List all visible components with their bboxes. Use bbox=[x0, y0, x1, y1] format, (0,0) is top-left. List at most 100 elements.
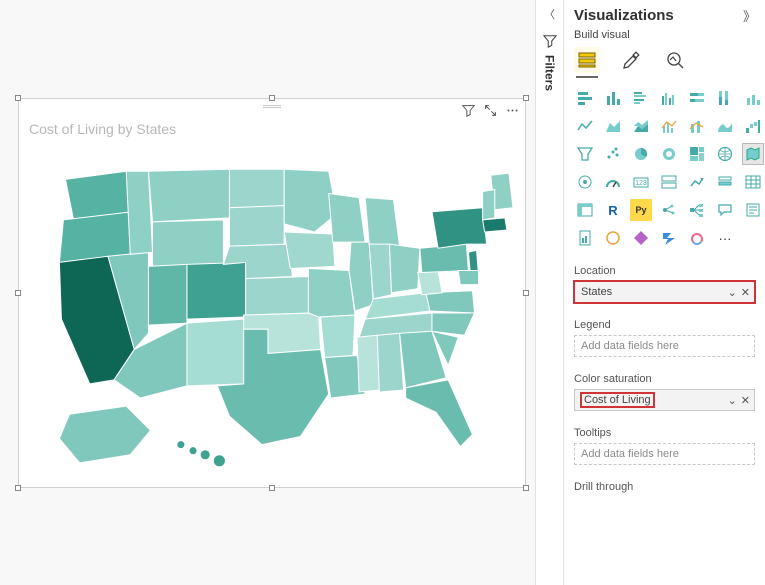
field-well-legend[interactable]: Add data fields here bbox=[574, 335, 755, 357]
state-hi[interactable] bbox=[177, 441, 226, 467]
viz-table-icon[interactable] bbox=[742, 171, 764, 193]
state-nc[interactable] bbox=[432, 313, 475, 335]
state-nm[interactable] bbox=[187, 319, 244, 386]
field-well-tooltips[interactable]: Add data fields here bbox=[574, 443, 755, 465]
more-options-icon[interactable] bbox=[505, 103, 519, 117]
viz-area-icon[interactable] bbox=[602, 115, 624, 137]
viz-stacked-bar-icon[interactable] bbox=[574, 87, 596, 109]
state-ut[interactable] bbox=[148, 264, 186, 325]
viz-stacked-column-icon[interactable] bbox=[602, 87, 624, 109]
state-al[interactable] bbox=[377, 333, 403, 392]
viz-clustered-column-icon[interactable] bbox=[658, 87, 680, 109]
viz-stacked-area-icon[interactable] bbox=[630, 115, 652, 137]
state-ms[interactable] bbox=[357, 335, 379, 392]
viz-card-icon[interactable]: 123 bbox=[630, 171, 652, 193]
resize-handle[interactable] bbox=[523, 290, 529, 296]
drag-grip-icon[interactable] bbox=[262, 102, 282, 110]
state-ny[interactable] bbox=[432, 208, 487, 249]
state-id[interactable] bbox=[126, 171, 152, 254]
viz-ribbon-icon[interactable] bbox=[714, 115, 736, 137]
viz-100-column-icon[interactable] bbox=[714, 87, 736, 109]
viz-filled-map-icon[interactable] bbox=[742, 143, 764, 165]
collapse-pane-icon[interactable]: 》 bbox=[743, 6, 755, 25]
state-md-de[interactable] bbox=[458, 270, 478, 284]
remove-field-icon[interactable]: ✕ bbox=[741, 286, 750, 299]
viz-powerautomate-icon[interactable] bbox=[658, 227, 680, 249]
state-mt[interactable] bbox=[148, 169, 229, 222]
state-mo[interactable] bbox=[308, 268, 355, 317]
resize-handle[interactable] bbox=[15, 290, 21, 296]
focus-mode-icon[interactable] bbox=[483, 103, 497, 117]
viz-r-visual-icon[interactable]: R bbox=[602, 199, 624, 221]
state-oh[interactable] bbox=[389, 244, 419, 293]
tab-analytics[interactable] bbox=[662, 47, 688, 73]
state-wv[interactable] bbox=[418, 270, 442, 294]
viz-smart-narrative-icon[interactable] bbox=[742, 199, 764, 221]
state-vt-nh[interactable] bbox=[483, 189, 495, 219]
viz-line-stacked-column-icon[interactable] bbox=[686, 115, 708, 137]
field-well-location[interactable]: States ⌄ ✕ bbox=[574, 281, 755, 303]
viz-matrix-icon[interactable] bbox=[574, 199, 596, 221]
state-ks[interactable] bbox=[246, 277, 309, 315]
field-label: Tooltips bbox=[574, 427, 755, 439]
resize-handle[interactable] bbox=[523, 95, 529, 101]
viz-scatter-icon[interactable] bbox=[602, 143, 624, 165]
viz-python-visual-icon[interactable]: Py bbox=[630, 199, 652, 221]
state-fl[interactable] bbox=[406, 380, 473, 447]
viz-azure-map-icon[interactable] bbox=[574, 171, 596, 193]
viz-decomposition-tree-icon[interactable] bbox=[686, 199, 708, 221]
state-wi[interactable] bbox=[329, 194, 365, 243]
state-co[interactable] bbox=[187, 262, 246, 319]
choropleth-map[interactable] bbox=[29, 149, 515, 477]
viz-line-stacked-icon[interactable] bbox=[742, 87, 764, 109]
state-pa[interactable] bbox=[420, 244, 469, 272]
state-nd[interactable] bbox=[229, 169, 284, 207]
resize-handle[interactable] bbox=[269, 485, 275, 491]
viz-treemap-icon[interactable] bbox=[686, 143, 708, 165]
state-wy[interactable] bbox=[153, 220, 224, 267]
resize-handle[interactable] bbox=[269, 95, 275, 101]
filters-pane-collapsed[interactable]: 〈 Filters bbox=[535, 0, 563, 585]
state-ia[interactable] bbox=[284, 232, 335, 268]
state-ar[interactable] bbox=[321, 315, 355, 358]
chevron-down-icon[interactable]: ⌄ bbox=[728, 286, 737, 299]
viz-kpi-icon[interactable] bbox=[686, 171, 708, 193]
resize-handle[interactable] bbox=[15, 95, 21, 101]
map-visual[interactable]: Cost of Living by States bbox=[18, 98, 526, 488]
tab-format[interactable] bbox=[618, 47, 644, 73]
viz-get-more-icon[interactable]: ··· bbox=[714, 227, 736, 249]
viz-slicer-icon[interactable] bbox=[714, 171, 736, 193]
filter-icon[interactable] bbox=[461, 103, 475, 117]
field-well-color[interactable]: Cost of Living ⌄ ✕ bbox=[574, 389, 755, 411]
remove-field-icon[interactable]: ✕ bbox=[741, 394, 750, 407]
resize-handle[interactable] bbox=[15, 485, 21, 491]
resize-handle[interactable] bbox=[523, 485, 529, 491]
viz-line-clustered-column-icon[interactable] bbox=[658, 115, 680, 137]
viz-donut-icon[interactable] bbox=[658, 143, 680, 165]
state-ma[interactable] bbox=[483, 218, 507, 232]
chevron-left-icon[interactable]: 〈 bbox=[544, 6, 555, 22]
viz-clustered-bar-icon[interactable] bbox=[630, 87, 652, 109]
state-in[interactable] bbox=[369, 244, 391, 299]
viz-powerapps-icon[interactable] bbox=[630, 227, 652, 249]
chevron-down-icon[interactable]: ⌄ bbox=[728, 394, 737, 407]
state-sd[interactable] bbox=[229, 206, 284, 247]
viz-map-icon[interactable] bbox=[714, 143, 736, 165]
viz-line-icon[interactable] bbox=[574, 115, 596, 137]
viz-waterfall-icon[interactable] bbox=[742, 115, 764, 137]
viz-pie-icon[interactable] bbox=[630, 143, 652, 165]
build-visual-tabs bbox=[574, 47, 755, 73]
viz-arcgis-icon[interactable] bbox=[602, 227, 624, 249]
viz-100-bar-icon[interactable] bbox=[686, 87, 708, 109]
viz-gauge-icon[interactable] bbox=[602, 171, 624, 193]
viz-key-influencers-icon[interactable] bbox=[658, 199, 680, 221]
field-placeholder: Add data fields here bbox=[581, 448, 679, 460]
tab-fields[interactable] bbox=[574, 47, 600, 73]
state-mi[interactable] bbox=[365, 198, 399, 247]
viz-multi-row-card-icon[interactable] bbox=[658, 171, 680, 193]
viz-qa-icon[interactable] bbox=[714, 199, 736, 221]
viz-funnel-icon[interactable] bbox=[574, 143, 596, 165]
viz-paginated-report-icon[interactable] bbox=[574, 227, 596, 249]
state-ak[interactable] bbox=[59, 406, 150, 463]
viz-custom-1-icon[interactable] bbox=[686, 227, 708, 249]
